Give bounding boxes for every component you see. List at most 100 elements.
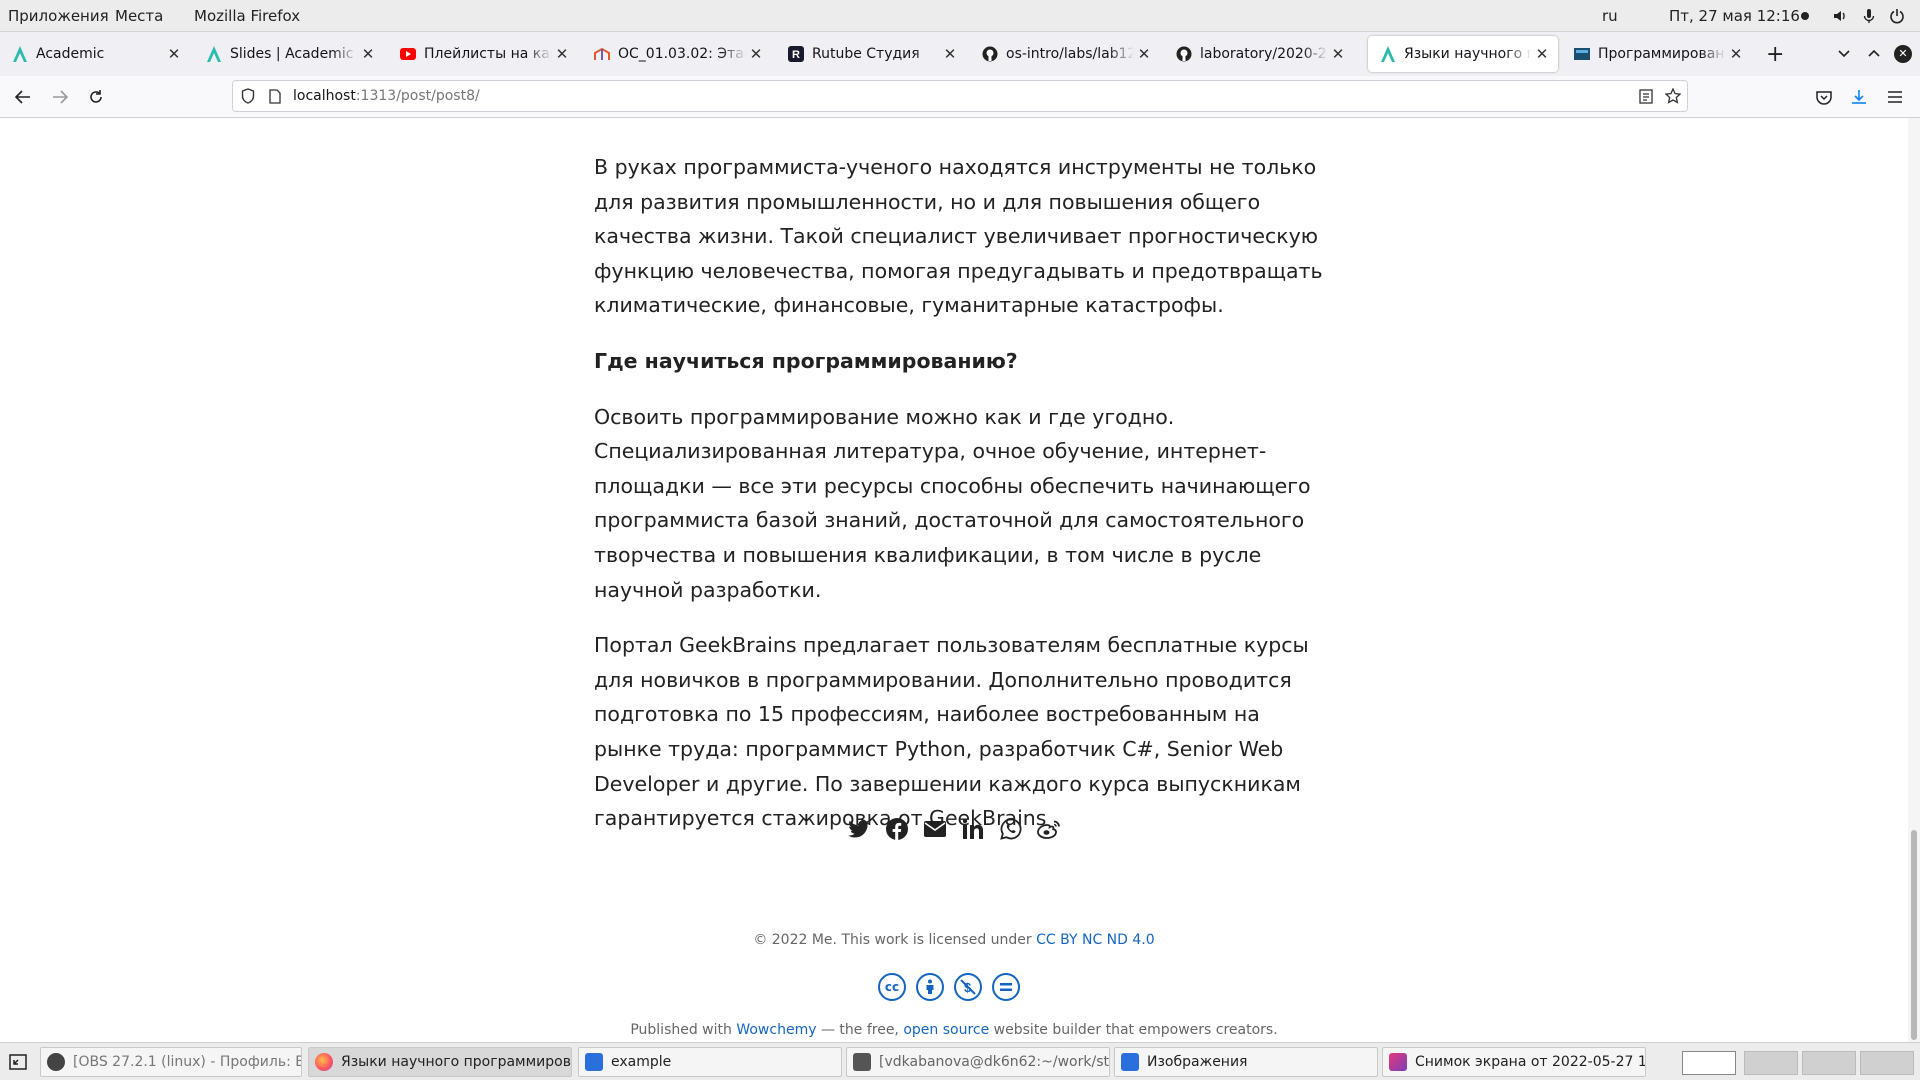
workspace-2[interactable] (1744, 1051, 1798, 1075)
rutube-icon: R (788, 46, 804, 62)
hamburger-menu-icon[interactable] (1883, 85, 1907, 109)
list-all-tabs-chevron-down-icon[interactable] (1838, 50, 1850, 58)
task-label: example (611, 1054, 672, 1070)
volume-icon[interactable] (1832, 8, 1848, 24)
page-viewport: В руках программиста-ученого находятся и… (0, 118, 1908, 1042)
page-info-icon[interactable] (269, 89, 281, 104)
cc-nc-noncommercial-icon[interactable]: $ (954, 973, 982, 1001)
wowchemy-link[interactable]: Wowchemy (736, 1022, 816, 1038)
academic-icon (206, 46, 222, 62)
close-icon[interactable]: ✕ (164, 45, 184, 63)
task-label: Изображения (1147, 1054, 1248, 1070)
forward-arrow-icon[interactable] (48, 85, 72, 109)
close-icon[interactable]: ✕ (552, 45, 572, 63)
cc-nd-noderivatives-icon[interactable] (992, 973, 1020, 1001)
footer-copyright: © 2022 Me. This work is licensed under C… (0, 932, 1908, 948)
new-tab-plus-icon[interactable]: + (1766, 42, 1784, 67)
back-arrow-icon[interactable] (11, 85, 35, 109)
microphone-icon[interactable] (1861, 8, 1877, 24)
open-source-link[interactable]: open source (903, 1022, 989, 1038)
clock[interactable]: Пт, 27 мая 12:16 (1669, 7, 1800, 25)
github-icon (1176, 46, 1192, 62)
bookmark-star-icon[interactable] (1665, 88, 1681, 104)
close-icon[interactable]: ✕ (1726, 45, 1746, 63)
linkedin-icon[interactable] (960, 816, 986, 842)
tab-title: Academic (36, 46, 105, 62)
reader-view-icon[interactable] (1639, 89, 1653, 104)
show-desktop-icon[interactable] (9, 1054, 27, 1070)
tab-title: ОС_01.03.02: Этапы р (618, 46, 746, 62)
downloads-icon[interactable] (1847, 85, 1871, 109)
window-list-taskbar: [OBS 27.2.1 (linux) - Профиль: Бе... Язы… (0, 1042, 1920, 1080)
shield-icon[interactable] (241, 88, 255, 104)
workspace-1[interactable] (1682, 1051, 1736, 1075)
reload-icon[interactable] (84, 85, 108, 109)
task-screenshot-viewer[interactable]: Снимок экрана от 2022-05-27 12-... (1382, 1047, 1646, 1077)
tab-title: Slides | Academic (230, 46, 354, 62)
tab-title: Плейлисты на канале (424, 46, 552, 62)
close-icon[interactable]: ✕ (746, 45, 766, 63)
keyboard-layout[interactable]: ru (1602, 7, 1618, 25)
tab-title: os-intro/labs/lab12/pr (1006, 46, 1134, 62)
cc-by-attribution-icon[interactable] (916, 973, 944, 1001)
task-terminal[interactable]: [vdkabanova@dk6n62:~/work/stu... (846, 1047, 1110, 1077)
github-icon (982, 46, 998, 62)
power-icon[interactable] (1889, 8, 1905, 24)
active-window-title[interactable]: Mozilla Firefox (194, 7, 300, 25)
task-label: Снимок экрана от 2022-05-27 12-... (1415, 1054, 1646, 1070)
vertical-scrollbar[interactable] (1908, 118, 1920, 1042)
maximize-chevron-up-icon[interactable] (1868, 49, 1880, 57)
tab-strip: Academic ✕ Slides | Academic ✕ Плейлисты… (0, 32, 1920, 76)
task-example[interactable]: example (578, 1047, 842, 1077)
tab-programming[interactable]: Программирование ✕ (1562, 36, 1752, 72)
document-icon (585, 1053, 603, 1071)
tab-rutube-studio[interactable]: R Rutube Студия ✕ (776, 36, 966, 72)
obs-icon (47, 1053, 65, 1071)
close-icon[interactable]: ✕ (1532, 45, 1552, 63)
terminal-icon (853, 1053, 871, 1071)
tab-title: Программирование (1598, 46, 1726, 62)
whatsapp-icon[interactable] (998, 816, 1024, 842)
places-menu[interactable]: Места (115, 7, 163, 25)
twitter-icon[interactable] (846, 816, 872, 842)
tab-youtube-playlists[interactable]: Плейлисты на канале ✕ (388, 36, 578, 72)
firefox-icon (315, 1053, 333, 1071)
email-icon[interactable] (922, 816, 948, 842)
close-icon[interactable]: ✕ (1134, 45, 1154, 63)
applications-menu[interactable]: Приложения (8, 7, 109, 25)
task-obs[interactable]: [OBS 27.2.1 (linux) - Профиль: Бе... (40, 1047, 302, 1077)
task-firefox[interactable]: Языки научного программиров... (308, 1047, 572, 1077)
svg-text:R: R (792, 49, 800, 61)
youtube-icon (400, 46, 416, 62)
cc-license-icon[interactable]: cc (878, 973, 906, 1001)
tab-slides-academic[interactable]: Slides | Academic ✕ (194, 36, 384, 72)
tab-title: Rutube Студия (812, 46, 920, 62)
license-link[interactable]: CC BY NC ND 4.0 (1036, 932, 1155, 948)
facebook-icon[interactable] (884, 816, 910, 842)
tab-github-laboratory[interactable]: laboratory/2020-2021 ✕ (1164, 36, 1354, 72)
tab-academic[interactable]: Academic ✕ (0, 36, 190, 72)
copyright-text: © 2022 Me. This work is licensed under (753, 932, 1037, 948)
article-body: В руках программиста-ученого находятся и… (594, 150, 1324, 857)
task-label: [OBS 27.2.1 (linux) - Профиль: Бе... (73, 1054, 302, 1070)
notification-dot-icon (1801, 12, 1809, 20)
document-icon (1121, 1053, 1139, 1071)
tab-github-os-intro[interactable]: os-intro/labs/lab12/pr ✕ (970, 36, 1160, 72)
close-icon[interactable]: ✕ (358, 45, 378, 63)
section-heading: Где научиться программированию? (594, 348, 1018, 373)
close-icon[interactable]: ✕ (940, 45, 960, 63)
tab-scientific-languages[interactable]: Языки научного прог ✕ (1368, 36, 1558, 72)
scrollbar-thumb[interactable] (1911, 830, 1917, 1040)
tab-os-course[interactable]: ОС_01.03.02: Этапы р ✕ (582, 36, 772, 72)
address-bar[interactable]: localhost:1313/post/post8/ (232, 80, 1688, 112)
academic-icon (12, 46, 28, 62)
weibo-icon[interactable] (1036, 816, 1062, 842)
footer-published-with: Published with Wowchemy — the free, open… (630, 1022, 1278, 1038)
paragraph-geekbrains: Портал GeekBrains предлагает пользовател… (594, 633, 1309, 831)
pocket-icon[interactable] (1812, 85, 1836, 109)
task-images[interactable]: Изображения (1114, 1047, 1378, 1077)
workspace-4[interactable] (1860, 1051, 1914, 1075)
workspace-3[interactable] (1802, 1051, 1856, 1075)
window-close-icon[interactable]: ✕ (1894, 45, 1912, 63)
close-icon[interactable]: ✕ (1328, 45, 1348, 63)
